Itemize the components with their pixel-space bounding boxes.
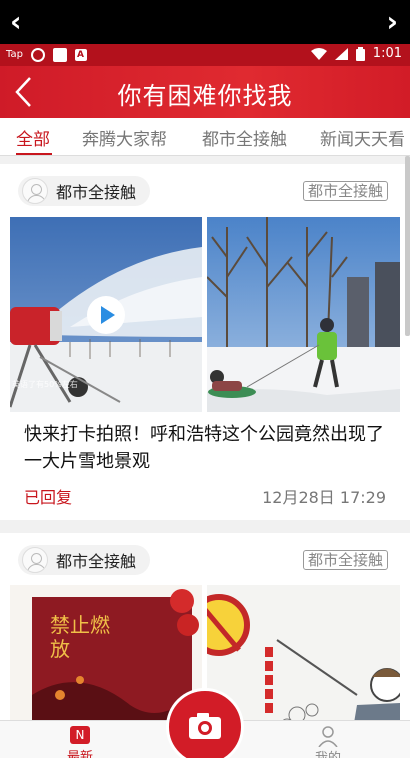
author-name: 都市全接触 bbox=[56, 552, 137, 571]
video-thumbnail[interactable]: 英语了有50%左右 bbox=[10, 217, 202, 412]
browser-nav-bar: ‹ › bbox=[0, 0, 410, 44]
post-timestamp: 12月28日 17:29 bbox=[262, 488, 386, 507]
page-title: 你有困难你找我 bbox=[117, 82, 293, 110]
avatar bbox=[22, 178, 48, 204]
post-card[interactable]: 都市全接触 都市全接触 英语了有50%左右 快来打卡拍照！呼和浩特这个公园竟然出… bbox=[0, 164, 410, 520]
tab-all[interactable]: 全部 bbox=[16, 125, 50, 150]
camera-button[interactable] bbox=[166, 688, 244, 758]
signal-icon bbox=[334, 47, 348, 60]
app-notification-icon bbox=[74, 47, 87, 63]
clock: 1:01 bbox=[372, 46, 402, 61]
app-header: 你有困难你找我 bbox=[0, 66, 410, 118]
category-tabs: 全部 奔腾大家帮 都市全接触 新闻天天看 bbox=[0, 118, 410, 156]
latest-icon: N bbox=[70, 726, 90, 744]
snow-park-image bbox=[207, 217, 400, 412]
avatar bbox=[22, 547, 48, 573]
wifi-icon bbox=[310, 47, 327, 60]
nav-me[interactable]: 我的 bbox=[306, 725, 350, 758]
tab-benteng-help[interactable]: 奔腾大家帮 bbox=[82, 125, 167, 150]
status-bar: Tap 1:01 bbox=[0, 44, 410, 66]
category-tag: 都市全接触 bbox=[302, 181, 388, 201]
nav-latest-label: 最新 bbox=[66, 750, 93, 758]
app-screen: ‹ › Tap 1:01 你有困难你找我 全部 奔腾大家帮 都市全接触 新闻天天… bbox=[0, 0, 410, 758]
forward-arrow-icon[interactable]: › bbox=[386, 4, 398, 40]
author-chip[interactable]: 都市全接触 bbox=[18, 545, 151, 575]
poster-text: 禁止燃放 bbox=[50, 613, 110, 661]
post-headline[interactable]: 快来打卡拍照！呼和浩特这个公园竟然出现了一大片雪地景观 bbox=[24, 421, 394, 475]
battery-icon bbox=[355, 46, 365, 61]
carrier-label: Tap bbox=[6, 49, 23, 60]
play-icon[interactable] bbox=[87, 296, 125, 334]
image-caption: 英语了有50%左右 bbox=[12, 380, 78, 389]
nav-me-label: 我的 bbox=[306, 747, 350, 758]
author-chip[interactable]: 都市全接触 bbox=[18, 176, 151, 206]
sync-icon bbox=[30, 48, 45, 62]
reply-status: 已回复 bbox=[24, 488, 73, 507]
camera-icon bbox=[189, 713, 221, 739]
category-tag: 都市全接触 bbox=[302, 550, 388, 570]
author-name: 都市全接触 bbox=[56, 183, 137, 202]
notification-icon bbox=[52, 48, 67, 62]
nav-latest[interactable]: N 最新 bbox=[60, 726, 100, 758]
post-image[interactable] bbox=[207, 217, 400, 412]
tab-daily-news[interactable]: 新闻天天看 bbox=[320, 125, 405, 150]
scrollbar[interactable] bbox=[405, 156, 410, 336]
active-tab-indicator bbox=[16, 153, 52, 155]
tab-city-contact[interactable]: 都市全接触 bbox=[202, 125, 287, 150]
user-icon bbox=[318, 726, 338, 747]
back-arrow-icon[interactable]: ‹ bbox=[10, 4, 22, 40]
